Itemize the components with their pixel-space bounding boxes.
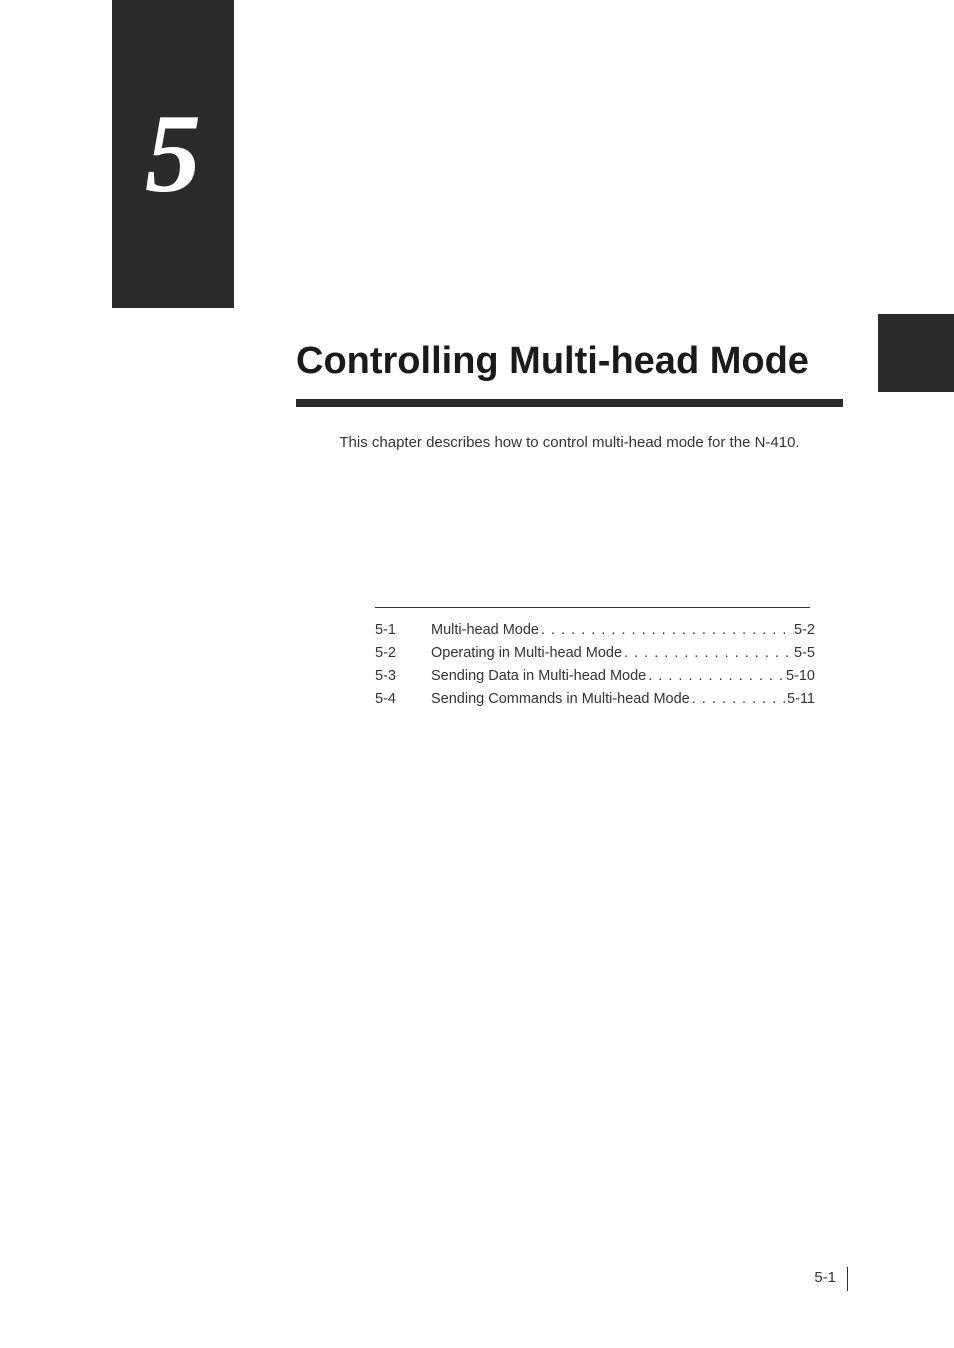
page-number: 5-1 bbox=[814, 1269, 836, 1286]
toc-entry-title: Operating in Multi-head Mode bbox=[431, 645, 622, 661]
chapter-title: Controlling Multi-head Mode bbox=[296, 340, 809, 383]
page-number-rule bbox=[847, 1267, 848, 1291]
toc-page-number: 5-10 bbox=[786, 668, 815, 684]
toc-section-number: 5-2 bbox=[375, 645, 431, 661]
side-tab bbox=[878, 314, 954, 392]
table-of-contents: 5-1 Multi-head Mode . . . . . . . . . . … bbox=[375, 622, 815, 714]
chapter-description: This chapter describes how to control mu… bbox=[296, 434, 843, 451]
chapter-number-box: 5 bbox=[112, 0, 234, 308]
toc-leader-dots: . . . . . . . . . . . . . . . . . . . . … bbox=[646, 668, 786, 684]
toc-page-number: 5-5 bbox=[794, 645, 815, 661]
toc-section-number: 5-3 bbox=[375, 668, 431, 684]
toc-section-number: 5-4 bbox=[375, 691, 431, 707]
toc-entry: 5-2 Operating in Multi-head Mode . . . .… bbox=[375, 645, 815, 661]
toc-leader-dots: . . . . . . . . . . . . . . . . . . . . … bbox=[622, 645, 794, 661]
toc-top-rule bbox=[375, 607, 810, 608]
toc-page-number: 5-2 bbox=[794, 622, 815, 638]
toc-entry: 5-3 Sending Data in Multi-head Mode . . … bbox=[375, 668, 815, 684]
toc-leader-dots: . . . . . . . . . . . . . . . . . . . . … bbox=[690, 691, 787, 707]
toc-section-number: 5-1 bbox=[375, 622, 431, 638]
toc-page-number: 5-11 bbox=[787, 691, 815, 707]
title-underline bbox=[296, 399, 843, 407]
toc-entry: 5-4 Sending Commands in Multi-head Mode … bbox=[375, 691, 815, 707]
chapter-number: 5 bbox=[145, 90, 201, 219]
toc-entry: 5-1 Multi-head Mode . . . . . . . . . . … bbox=[375, 622, 815, 638]
toc-entry-title: Sending Commands in Multi-head Mode bbox=[431, 691, 690, 707]
toc-entry-title: Multi-head Mode bbox=[431, 622, 539, 638]
toc-entry-title: Sending Data in Multi-head Mode bbox=[431, 668, 646, 684]
toc-leader-dots: . . . . . . . . . . . . . . . . . . . . … bbox=[539, 622, 794, 638]
